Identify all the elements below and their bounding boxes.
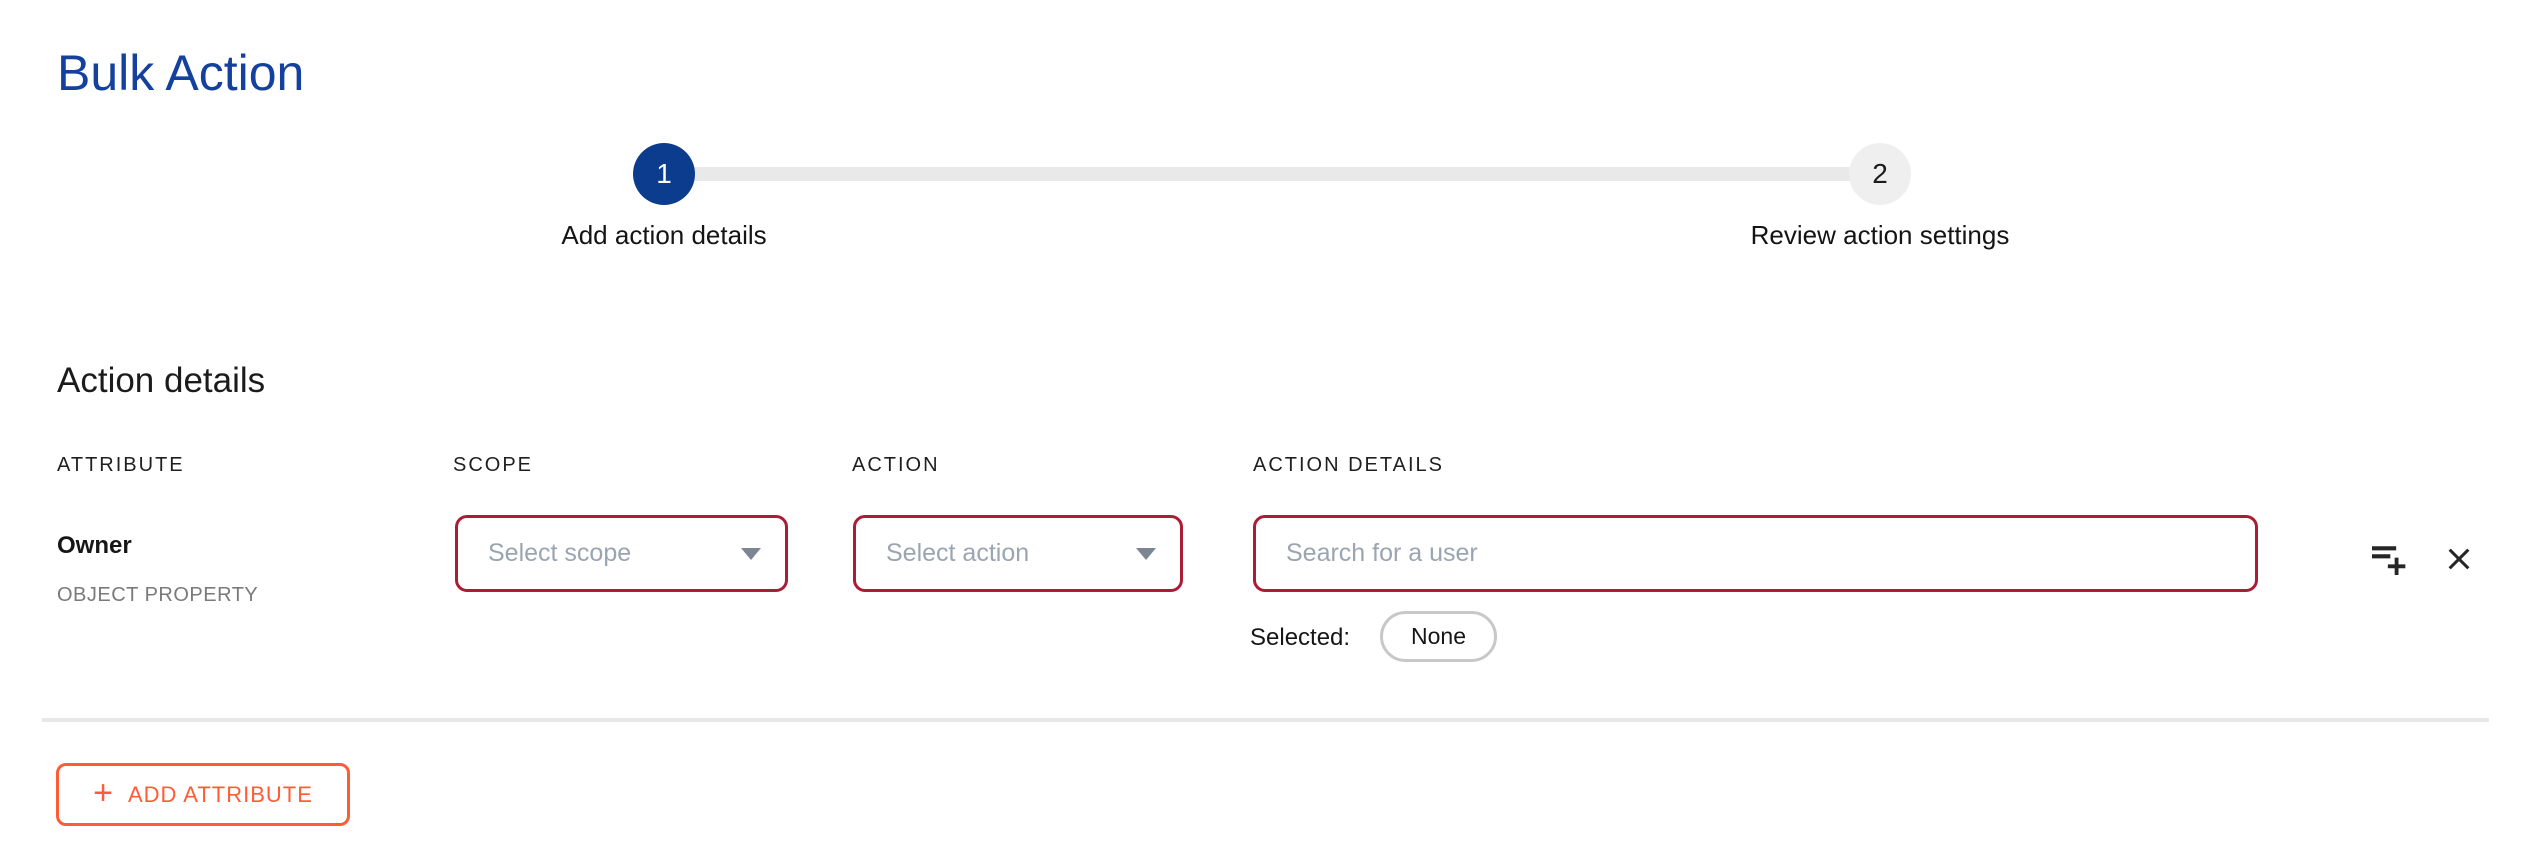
playlist-add-icon: [2367, 538, 2407, 578]
step-2-indicator[interactable]: 2: [1849, 143, 1911, 205]
page-title: Bulk Action: [57, 44, 304, 102]
section-heading: Action details: [57, 361, 265, 401]
add-attribute-label: ADD ATTRIBUTE: [128, 782, 313, 808]
column-header-action: ACTION: [852, 454, 940, 477]
attribute-type: OBJECT PROPERTY: [57, 584, 258, 607]
column-header-attribute: ATTRIBUTE: [57, 454, 185, 477]
selected-value-text: None: [1411, 623, 1466, 650]
scope-select[interactable]: Select scope: [455, 515, 788, 592]
row-divider: [42, 718, 2489, 722]
action-select-placeholder: Select action: [886, 539, 1029, 568]
add-attribute-button[interactable]: + ADD ATTRIBUTE: [56, 763, 350, 826]
chevron-down-icon: [741, 548, 761, 560]
chevron-down-icon: [1136, 548, 1156, 560]
attribute-name: Owner: [57, 532, 132, 560]
plus-icon: +: [93, 776, 113, 810]
step-2-label: Review action settings: [1751, 220, 2010, 251]
step-2-number: 2: [1872, 158, 1888, 190]
column-header-scope: SCOPE: [453, 454, 533, 477]
action-select[interactable]: Select action: [853, 515, 1183, 592]
step-connector-bar: [664, 167, 1880, 181]
remove-row-button[interactable]: [2440, 540, 2478, 578]
close-icon: [2443, 543, 2475, 575]
step-1-indicator[interactable]: 1: [633, 143, 695, 205]
user-search-input[interactable]: [1253, 515, 2258, 592]
step-1-label: Add action details: [561, 220, 766, 251]
selected-value-chip: None: [1380, 611, 1497, 662]
scope-select-placeholder: Select scope: [488, 539, 631, 568]
selected-label: Selected:: [1250, 624, 1350, 652]
step-1-number: 1: [656, 158, 672, 190]
column-header-action-details: ACTION DETAILS: [1253, 454, 1444, 477]
playlist-add-button[interactable]: [2364, 535, 2410, 581]
